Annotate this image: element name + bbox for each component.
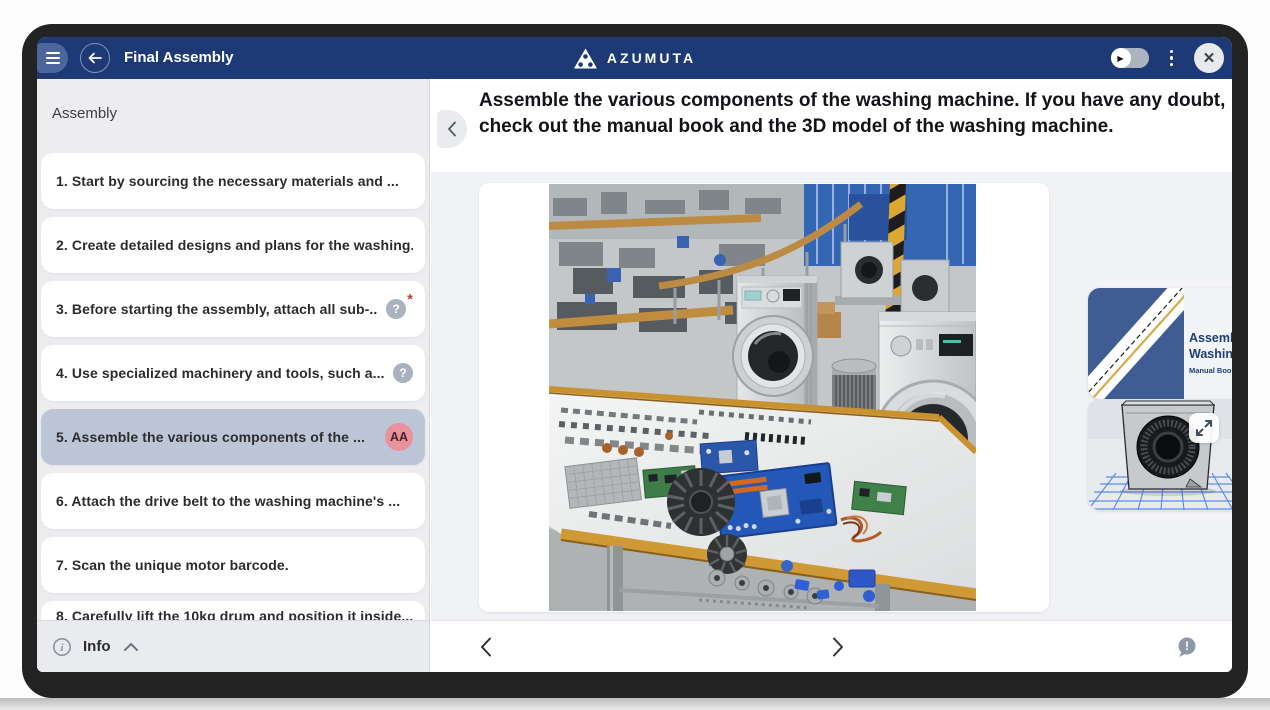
step-label: 3. Before starting the assembly, attach … [56, 301, 378, 317]
screen: Final Assembly AZUMUTA ▶ ✕ Assembly [0, 0, 1270, 710]
next-step-button[interactable] [825, 635, 849, 659]
back-button[interactable] [80, 43, 110, 73]
sidebar-section-title: Assembly [52, 105, 117, 122]
step-badges: ? [385, 363, 413, 383]
instruction-text: Assemble the various components of the w… [479, 88, 1227, 140]
info-glyph: i [60, 642, 64, 654]
step-navigation-bar: ! [431, 620, 1232, 672]
close-icon: ✕ [1203, 49, 1216, 67]
exclamation-glyph: ! [1185, 639, 1189, 653]
step-item-2[interactable]: 2. Create detailed designs and plans for… [41, 217, 425, 273]
step-photo-washing-machine-components[interactable] [549, 184, 976, 611]
previous-step-button[interactable] [475, 635, 499, 659]
hamburger-icon [46, 52, 60, 54]
top-bar: Final Assembly AZUMUTA ▶ ✕ [37, 37, 1232, 79]
page-title: Final Assembly [124, 37, 233, 79]
manual-book-thumbnail[interactable]: Assembling Washing Machine Manual Book [1088, 288, 1232, 399]
book-title-line2: Washing Machine [1189, 347, 1232, 361]
topbar-controls: ▶ ✕ [1111, 37, 1225, 79]
menu-button[interactable] [37, 43, 68, 73]
step-item-4[interactable]: 4. Use specialized machinery and tools, … [41, 345, 425, 401]
desk-surface [0, 698, 1270, 710]
info-label: Info [83, 638, 111, 655]
azumuta-logo-icon [573, 48, 598, 69]
instruction-header: Assemble the various components of the w… [431, 79, 1232, 172]
arrow-left-icon [86, 49, 104, 67]
chevron-up-icon [122, 641, 140, 653]
main-content: Assemble the various components of the w… [431, 79, 1232, 672]
expand-icon [1194, 418, 1214, 438]
azumuta-app-window: Final Assembly AZUMUTA ▶ ✕ Assembly [37, 37, 1232, 672]
steps-sidebar: Assembly 1. Start by sourcing the necess… [37, 79, 430, 672]
report-issue-button[interactable]: ! [1175, 635, 1199, 659]
step-item-5-selected[interactable]: 5. Assemble the various components of th… [41, 409, 425, 465]
step-label: 7. Scan the unique motor barcode. [56, 557, 289, 573]
step-item-6[interactable]: 6. Attach the drive belt to the washing … [41, 473, 425, 529]
step-label: 4. Use specialized machinery and tools, … [56, 365, 385, 381]
step-label: 6. Attach the drive belt to the washing … [56, 493, 400, 509]
info-panel-button[interactable]: i Info [37, 620, 429, 672]
required-marker: * [407, 295, 413, 305]
step-item-7[interactable]: 7. Scan the unique motor barcode. [41, 537, 425, 593]
step-label: 5. Assemble the various components of th… [56, 429, 365, 445]
overflow-menu-button[interactable] [1164, 46, 1180, 71]
step-badges: ? * [378, 299, 413, 319]
brand-wordmark: AZUMUTA [607, 50, 696, 66]
step-item-1[interactable]: 1. Start by sourcing the necessary mater… [41, 153, 425, 209]
step-item-3[interactable]: 3. Before starting the assembly, attach … [41, 281, 425, 337]
question-badge-icon: ? [386, 299, 406, 319]
step-label: 2. Create detailed designs and plans for… [56, 237, 413, 253]
close-button[interactable]: ✕ [1194, 43, 1224, 73]
book-title-line1: Assembling [1189, 331, 1232, 345]
step-media-card [479, 183, 1049, 612]
step-label: 1. Start by sourcing the necessary mater… [56, 173, 399, 189]
expand-model-button[interactable] [1189, 413, 1219, 443]
autoplay-toggle[interactable]: ▶ [1111, 48, 1149, 68]
manual-book-cover: Assembling Washing Machine Manual Book [1088, 288, 1232, 399]
book-subtitle: Manual Book [1189, 366, 1232, 375]
info-icon: i [52, 637, 72, 657]
assignee-avatar: AA [385, 423, 413, 451]
steps-list: Assembly 1. Start by sourcing the necess… [37, 79, 429, 672]
play-icon: ▶ [1111, 48, 1131, 68]
question-badge-icon: ? [393, 363, 413, 383]
chevron-left-icon [445, 120, 459, 138]
